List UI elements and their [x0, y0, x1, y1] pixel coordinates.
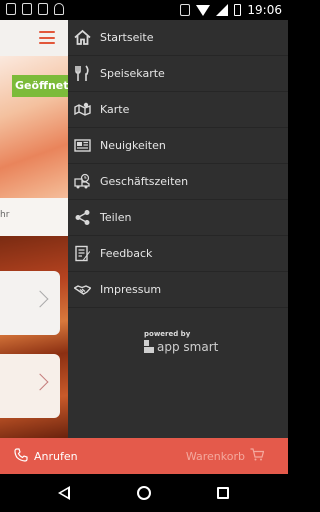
drawer-item-label: Teilen — [100, 211, 132, 224]
powered-by-label: powered by — [144, 330, 191, 338]
opening-hours-bar: hr — [0, 198, 68, 236]
appsmart-logo-icon — [144, 340, 154, 354]
bottom-action-bar: Anrufen Warenkorb — [0, 438, 288, 474]
feedback-icon — [74, 245, 91, 262]
drawer-item-speisekarte[interactable]: Speisekarte — [68, 56, 288, 92]
drawer-item-teilen[interactable]: Teilen — [68, 200, 288, 236]
drawer-item-impressum[interactable]: Impressum — [68, 272, 288, 308]
hamburger-menu-icon[interactable] — [39, 31, 55, 44]
call-button-label: Anrufen — [34, 449, 78, 463]
signal-icon — [216, 4, 229, 16]
drawer-item-label: Impressum — [100, 283, 162, 296]
drawer-item-label: Feedback — [100, 247, 153, 260]
cart-button-label: Warenkorb — [185, 449, 245, 463]
open-status-badge: Geöffnet — [12, 75, 68, 97]
category-card[interactable] — [0, 354, 60, 418]
image-notification-icon — [22, 3, 32, 15]
drawer-item-feedback[interactable]: Feedback — [68, 236, 288, 272]
home-circle-icon[interactable] — [137, 486, 151, 500]
phone-icon — [14, 447, 28, 465]
drawer-item-startseite[interactable]: Startseite — [68, 20, 288, 56]
wifi-icon — [196, 4, 211, 16]
chevron-right-icon — [31, 290, 49, 308]
status-time: 19:06 — [247, 3, 282, 17]
handshake-icon — [74, 281, 91, 298]
upload-notification-icon — [38, 3, 48, 15]
back-icon-inner — [61, 489, 68, 497]
opening-hours-text: hr — [0, 210, 10, 220]
category-card[interactable] — [0, 271, 60, 335]
navigation-drawer: Startseite Speisekarte Karte Neuigkeiten… — [68, 20, 288, 438]
newspaper-icon — [74, 137, 91, 154]
share-icon — [74, 209, 91, 226]
powered-by-branding: powered by app smart — [144, 330, 224, 354]
shopping-cart-icon — [250, 448, 265, 464]
drawer-item-neuigkeiten[interactable]: Neuigkeiten — [68, 128, 288, 164]
vibrate-icon — [180, 4, 191, 16]
chevron-right-icon — [31, 373, 49, 391]
cart-button[interactable]: Warenkorb — [185, 438, 265, 474]
notification-icon — [6, 3, 16, 15]
status-bar: 19:06 — [0, 0, 288, 20]
recent-apps-icon[interactable] — [217, 487, 229, 499]
drawer-item-label: Neuigkeiten — [100, 139, 166, 152]
drawer-item-label: Speisekarte — [100, 67, 165, 80]
drawer-item-label: Karte — [100, 103, 130, 116]
drawer-item-label: Startseite — [100, 31, 154, 44]
cutlery-icon — [74, 65, 91, 82]
brand-name: app smart — [157, 340, 219, 354]
system-navigation-bar — [0, 474, 288, 512]
map-icon — [74, 101, 91, 118]
battery-icon — [234, 4, 242, 16]
home-icon — [74, 29, 91, 46]
app-header — [0, 20, 68, 56]
drawer-item-geschaeftszeiten[interactable]: Geschäftszeiten — [68, 164, 288, 200]
android-notification-icon — [54, 3, 64, 15]
call-button[interactable]: Anrufen — [14, 438, 78, 474]
drawer-item-label: Geschäftszeiten — [100, 175, 189, 188]
clock-truck-icon — [74, 173, 91, 190]
drawer-item-karte[interactable]: Karte — [68, 92, 288, 128]
app-background: Geöffnet hr — [0, 20, 68, 438]
